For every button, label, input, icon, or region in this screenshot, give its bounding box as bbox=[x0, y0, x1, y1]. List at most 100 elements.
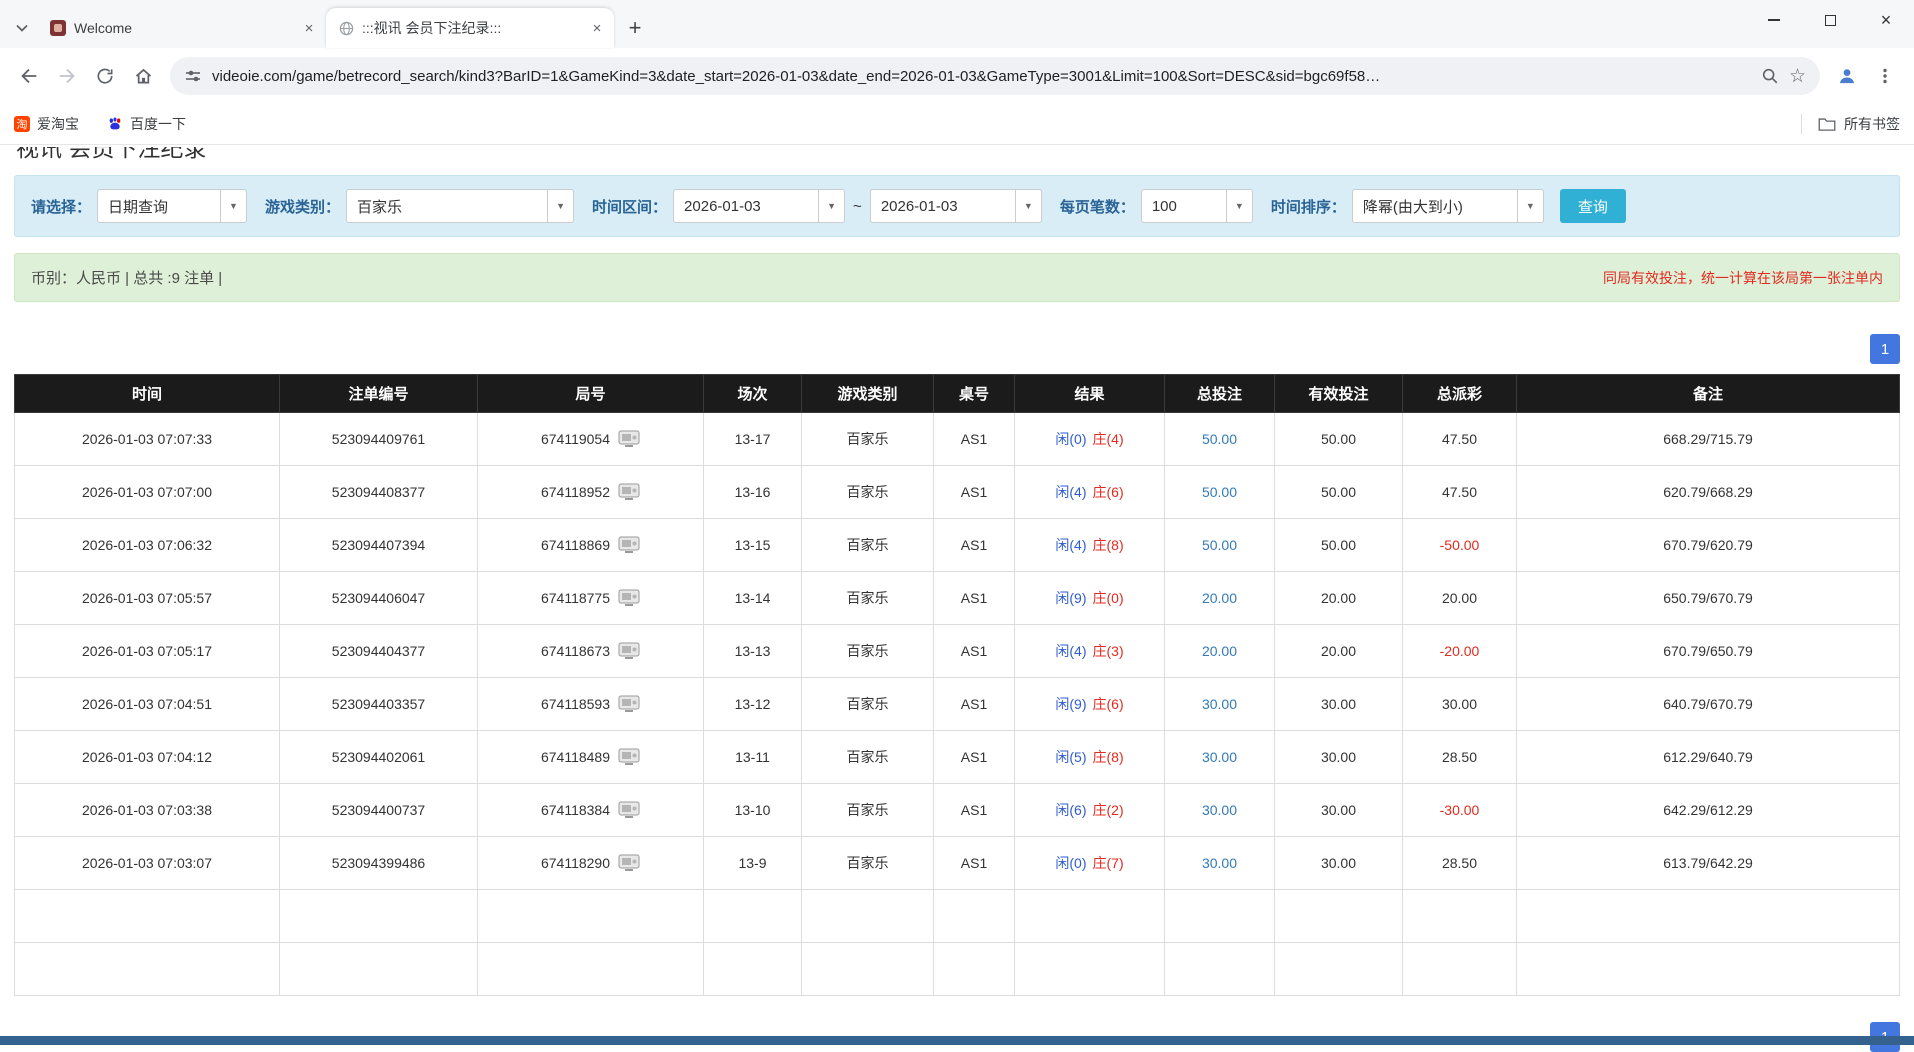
site-settings-icon[interactable] bbox=[184, 67, 202, 85]
cell-note: 612.29/640.79 bbox=[1517, 731, 1900, 784]
cell-payout: -50.00 bbox=[1403, 519, 1517, 572]
tab-close-icon[interactable]: × bbox=[588, 19, 606, 37]
empty-cell bbox=[704, 943, 802, 996]
cell-time: 2026-01-03 07:05:17 bbox=[15, 625, 280, 678]
player-result: 闲(4) bbox=[1055, 537, 1086, 553]
search-button[interactable]: 查询 bbox=[1560, 189, 1626, 223]
player-result: 闲(9) bbox=[1055, 696, 1086, 712]
video-replay-icon[interactable] bbox=[618, 854, 640, 872]
reload-icon bbox=[95, 66, 115, 86]
menu-button[interactable] bbox=[1866, 57, 1904, 95]
forward-button[interactable] bbox=[48, 57, 86, 95]
reload-button[interactable] bbox=[86, 57, 124, 95]
browser-toolbar: videoie.com/game/betrecord_search/kind3?… bbox=[0, 48, 1914, 104]
total-bet-link[interactable]: 50.00 bbox=[1202, 537, 1237, 553]
total-bet-link[interactable]: 20.00 bbox=[1202, 590, 1237, 606]
video-replay-icon[interactable] bbox=[618, 748, 640, 766]
currency-summary-text: 币别：人民币 | 总共 :9 注单 | bbox=[31, 267, 222, 288]
cell-table-no: AS1 bbox=[934, 625, 1015, 678]
column-header: 场次 bbox=[704, 375, 802, 413]
new-tab-button[interactable]: + bbox=[620, 13, 650, 43]
cell-game-category: 百家乐 bbox=[802, 784, 934, 837]
home-button[interactable] bbox=[124, 57, 162, 95]
cell-game-category: 百家乐 bbox=[802, 572, 934, 625]
bookmark-label: 爱淘宝 bbox=[37, 114, 79, 134]
total-bet-link[interactable]: 50.00 bbox=[1202, 431, 1237, 447]
total-bet-link[interactable]: 50.00 bbox=[1202, 484, 1237, 500]
total-bet-link[interactable]: 30.00 bbox=[1202, 749, 1237, 765]
total-bet-link[interactable]: 30.00 bbox=[1202, 802, 1237, 818]
banker-result: 庄(8) bbox=[1093, 537, 1124, 553]
cell-valid-bet: 50.00 bbox=[1275, 413, 1403, 466]
bookmark-baidu[interactable]: 百度一下 bbox=[107, 114, 186, 134]
bookmark-taobao[interactable]: 淘 爱淘宝 bbox=[14, 114, 79, 134]
column-header: 备注 bbox=[1517, 375, 1900, 413]
bookmark-star-icon[interactable]: ☆ bbox=[1789, 65, 1806, 88]
bookmarks-bar: 淘 爱淘宝 百度一下 所有书签 bbox=[0, 104, 1914, 145]
address-bar[interactable]: videoie.com/game/betrecord_search/kind3?… bbox=[170, 57, 1820, 95]
minimize-button[interactable] bbox=[1746, 0, 1802, 40]
banker-result: 庄(4) bbox=[1093, 431, 1124, 447]
query-type-select[interactable]: 日期查询 ▼ bbox=[97, 189, 247, 223]
empty-cell bbox=[1015, 943, 1165, 996]
total-bet-link[interactable]: 20.00 bbox=[1202, 643, 1237, 659]
table-row: 2026-01-03 07:04:51 523094403357 6741185… bbox=[15, 678, 1900, 731]
cell-table-no: AS1 bbox=[934, 413, 1015, 466]
cell-note: 613.79/642.29 bbox=[1517, 837, 1900, 890]
bet-record-table: 时间注单编号局号场次游戏类别桌号结果总投注有效投注总派彩备注 2026-01-0… bbox=[14, 374, 1900, 996]
cell-payout: -30.00 bbox=[1403, 784, 1517, 837]
cell-bet-id: 523094407394 bbox=[280, 519, 478, 572]
tab-search-button[interactable] bbox=[6, 8, 38, 48]
caret-down-icon: ▼ bbox=[1015, 190, 1041, 222]
total-bet-link[interactable]: 30.00 bbox=[1202, 855, 1237, 871]
tab-welcome[interactable]: Welcome × bbox=[38, 8, 326, 48]
video-replay-icon[interactable] bbox=[618, 801, 640, 819]
window-controls: × bbox=[1746, 0, 1914, 40]
close-button[interactable]: × bbox=[1858, 0, 1914, 40]
cell-note: 642.29/612.29 bbox=[1517, 784, 1900, 837]
cell-round: 674118593 bbox=[478, 678, 704, 731]
grand-total-payout: 102.00 bbox=[1403, 943, 1517, 996]
cell-game-category: 百家乐 bbox=[802, 466, 934, 519]
empty-cell bbox=[1517, 943, 1900, 996]
cell-game-category: 百家乐 bbox=[802, 413, 934, 466]
video-replay-icon[interactable] bbox=[618, 589, 640, 607]
video-replay-icon[interactable] bbox=[618, 430, 640, 448]
page-size-select[interactable]: 100 ▼ bbox=[1141, 189, 1253, 223]
cell-round: 674118952 bbox=[478, 466, 704, 519]
cell-table-no: AS1 bbox=[934, 678, 1015, 731]
video-replay-icon[interactable] bbox=[618, 536, 640, 554]
video-replay-icon[interactable] bbox=[618, 642, 640, 660]
sort-order-label: 时间排序： bbox=[1271, 196, 1346, 217]
cell-time: 2026-01-03 07:03:38 bbox=[15, 784, 280, 837]
video-replay-icon[interactable] bbox=[618, 483, 640, 501]
tab-close-icon[interactable]: × bbox=[300, 19, 318, 37]
page-1-button[interactable]: 1 bbox=[1870, 334, 1900, 364]
table-row: 2026-01-03 07:05:17 523094404377 6741186… bbox=[15, 625, 1900, 678]
player-result: 闲(0) bbox=[1055, 855, 1086, 871]
cell-table-no: AS1 bbox=[934, 519, 1015, 572]
game-category-select[interactable]: 百家乐 ▼ bbox=[346, 189, 574, 223]
date-end-input[interactable]: 2026-01-03 ▼ bbox=[870, 189, 1042, 223]
cell-bet-id: 523094402061 bbox=[280, 731, 478, 784]
cell-session: 13-17 bbox=[704, 413, 802, 466]
banker-result: 庄(6) bbox=[1093, 484, 1124, 500]
back-button[interactable] bbox=[10, 57, 48, 95]
all-bookmarks-button[interactable]: 所有书签 bbox=[1801, 114, 1900, 134]
video-replay-icon[interactable] bbox=[618, 695, 640, 713]
cell-valid-bet: 20.00 bbox=[1275, 625, 1403, 678]
date-start-input[interactable]: 2026-01-03 ▼ bbox=[673, 189, 845, 223]
page-title: 视讯 会员下注纪录 bbox=[16, 147, 1914, 163]
total-bet-link[interactable]: 30.00 bbox=[1202, 696, 1237, 712]
profile-button[interactable] bbox=[1828, 57, 1866, 95]
maximize-button[interactable] bbox=[1802, 0, 1858, 40]
cell-valid-bet: 20.00 bbox=[1275, 572, 1403, 625]
cell-payout: 28.50 bbox=[1403, 731, 1517, 784]
tab-betrecord[interactable]: :::视讯 会员下注纪录::: × bbox=[326, 8, 614, 48]
cell-table-no: AS1 bbox=[934, 466, 1015, 519]
zoom-icon[interactable] bbox=[1761, 67, 1779, 85]
sort-order-select[interactable]: 降幂(由大到小) ▼ bbox=[1352, 189, 1544, 223]
column-header: 注单编号 bbox=[280, 375, 478, 413]
cell-payout: 20.00 bbox=[1403, 572, 1517, 625]
cell-round: 674118673 bbox=[478, 625, 704, 678]
